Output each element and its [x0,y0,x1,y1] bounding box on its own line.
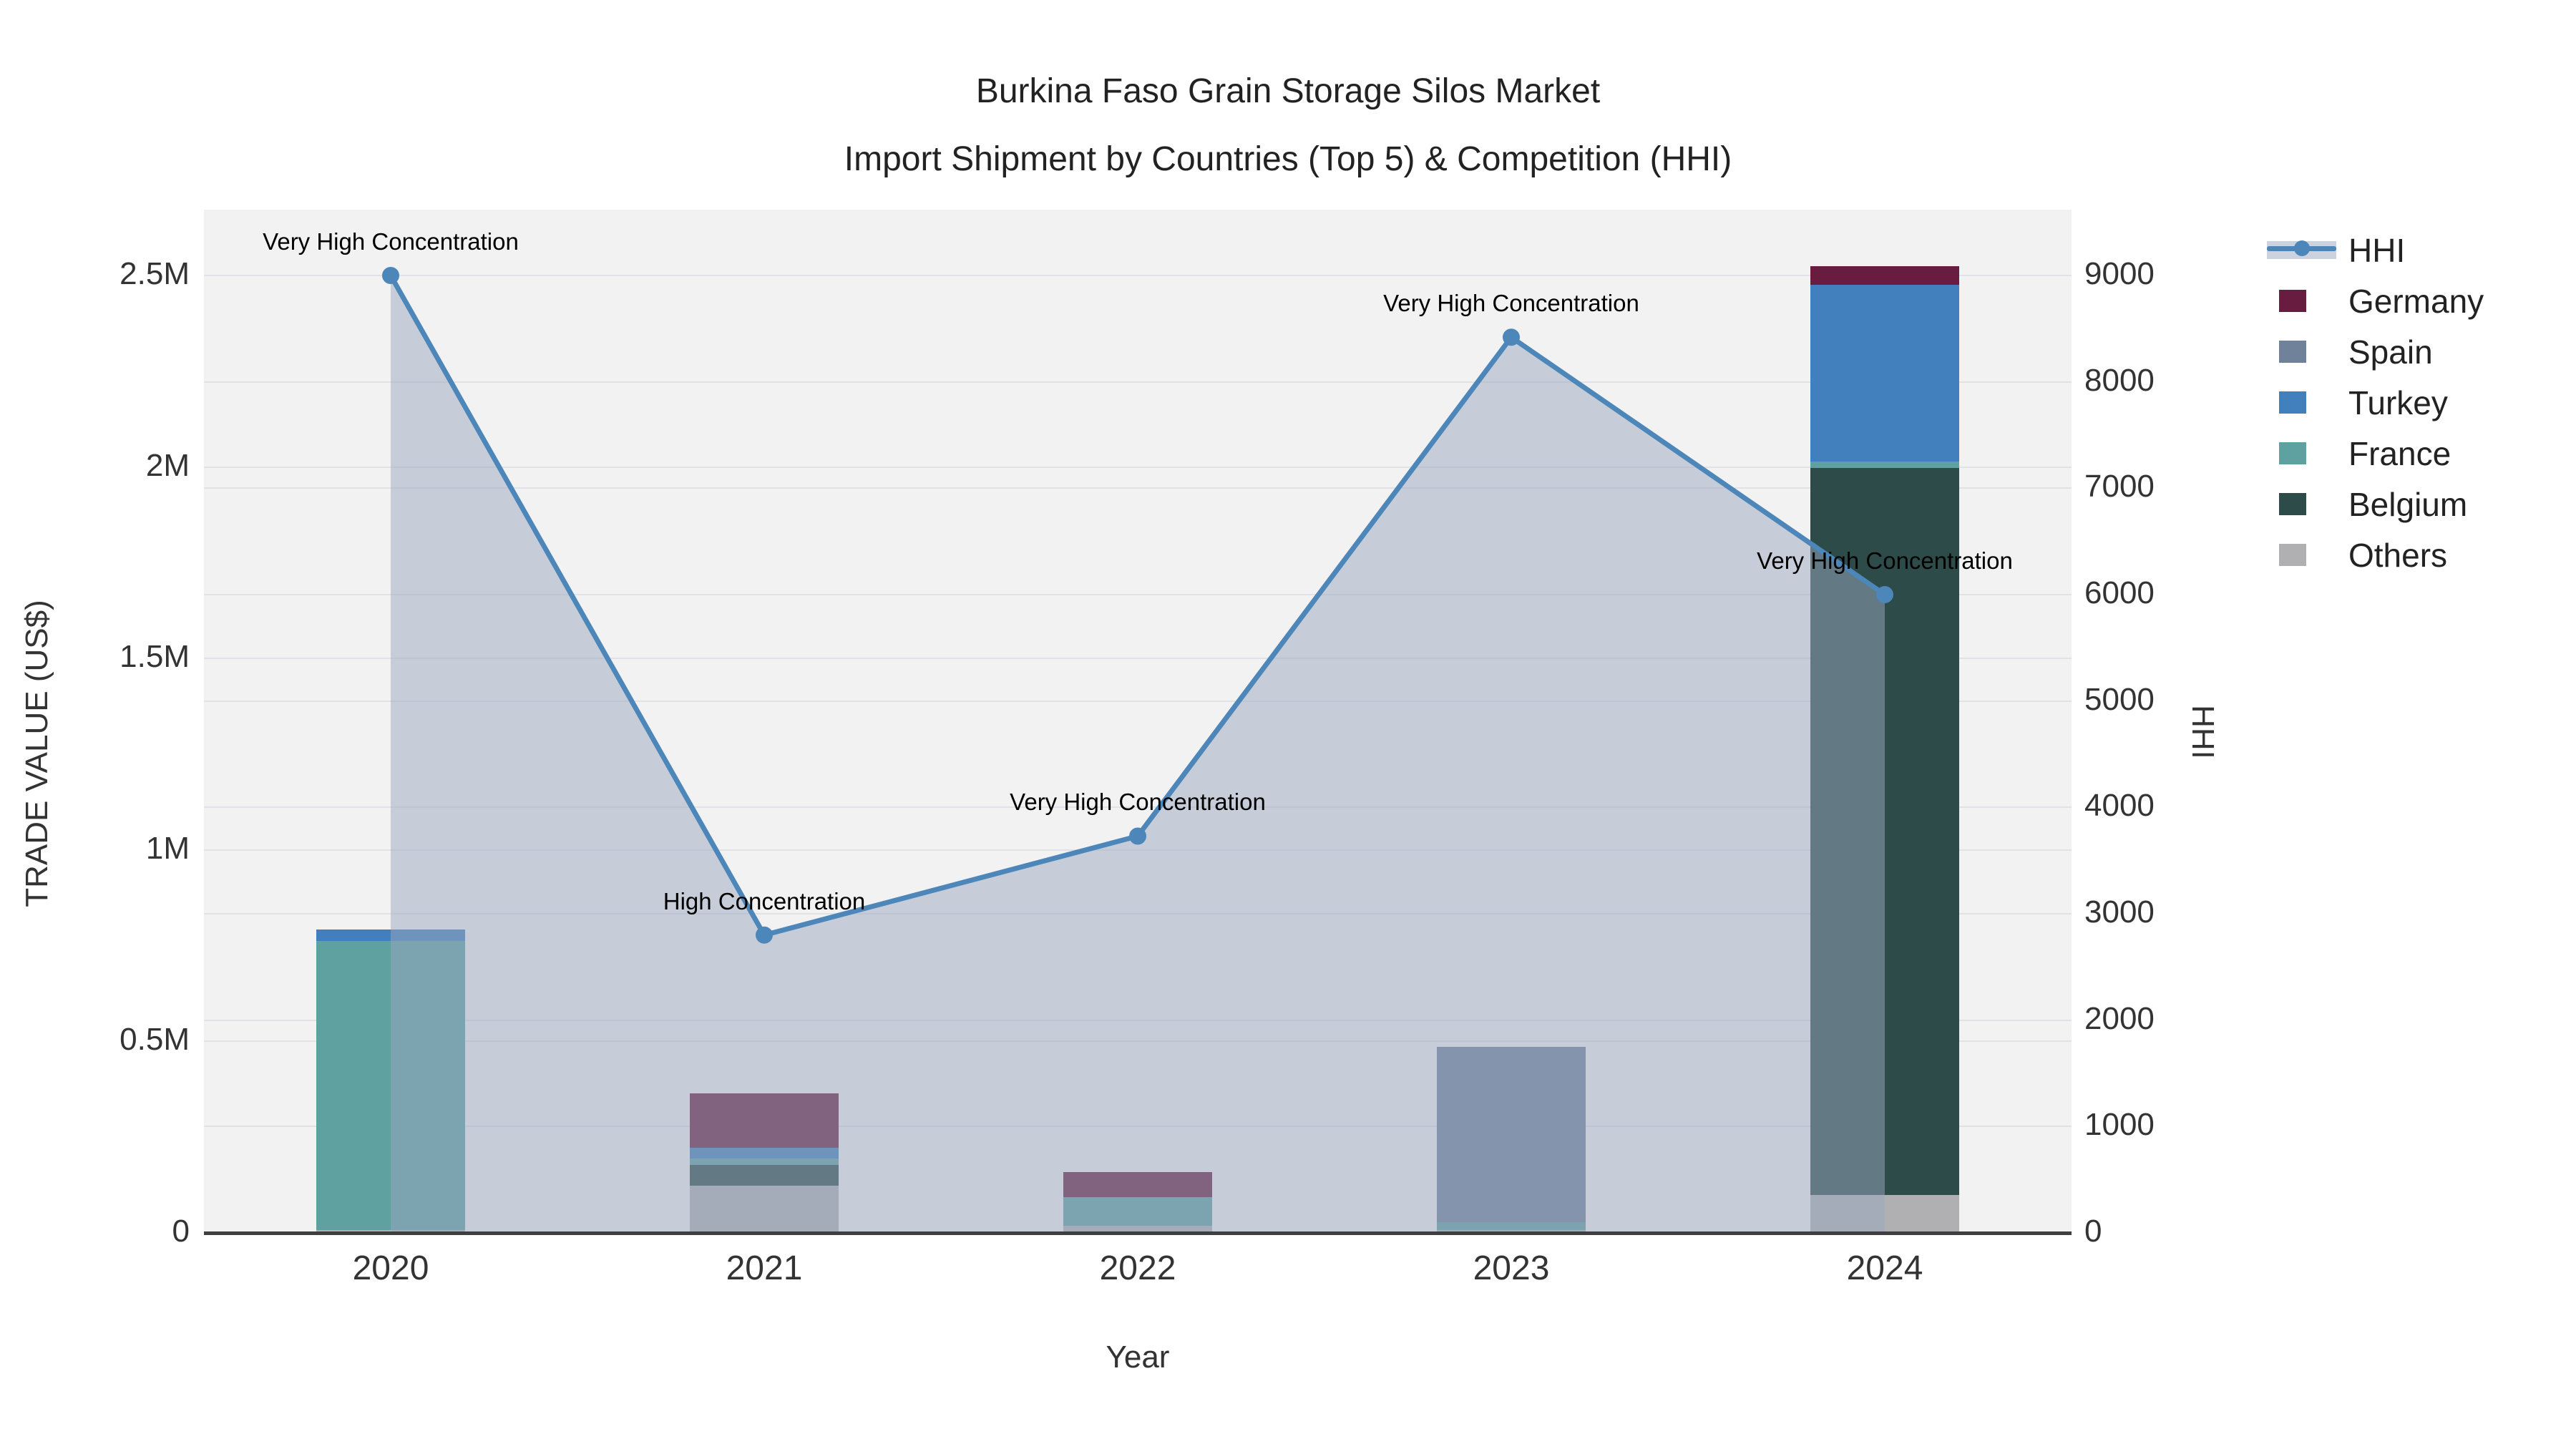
x-tick-2020: 2020 [352,1249,429,1287]
hhi-line-layer [382,267,1893,1233]
chart-title-line1: Burkina Faso Grain Storage Silos Market [975,72,1601,110]
legend-label-spain: Spain [2348,333,2433,371]
color-swatch-icon [2267,530,2347,580]
legend-item-turkey[interactable]: Turkey [2267,377,2484,428]
annotation-2023: Very High Concentration [1383,290,1639,317]
x-axis-line [204,1231,2072,1235]
color-swatch-icon [2267,275,2347,326]
annotation-2021: High Concentration [663,887,866,914]
hhi-marker-sample [2294,240,2310,256]
x-tick-2022: 2022 [1099,1249,1176,1287]
y-right-tick-3000: 3000 [2084,894,2155,930]
color-swatch-icon [2267,479,2347,530]
turkey-swatch [2279,391,2306,414]
y-left-tick-2M: 2M [145,447,190,483]
belgium-swatch [2279,493,2306,515]
legend-item-belgium[interactable]: Belgium [2267,479,2484,530]
hhi-marker-2021[interactable] [756,926,773,944]
x-tick-2021: 2021 [726,1249,803,1287]
x-axis-title: Year [1106,1340,1170,1375]
legend-item-spain[interactable]: Spain [2267,326,2484,377]
y-right-tick-5000: 5000 [2084,681,2155,717]
y-right-tick-8000: 8000 [2084,362,2155,398]
legend-item-hhi[interactable]: HHI [2267,225,2484,275]
y-left-tick-0: 0 [172,1214,190,1249]
color-swatch-icon [2267,377,2347,428]
x-tick-2024: 2024 [1846,1249,1923,1287]
color-swatch-icon [2267,428,2347,479]
hhi-area-fill [391,275,1885,1233]
legend-label-france: France [2348,434,2451,472]
y-right-tick-7000: 7000 [2084,469,2155,504]
y-right-tick-6000: 6000 [2084,575,2155,610]
x-tick-2023: 2023 [1473,1249,1550,1287]
hhi-line-icon [2267,225,2347,275]
legend-item-germany[interactable]: Germany [2267,275,2484,326]
y-left-tick-1.5M: 1.5M [119,639,190,675]
y-right-tick-0: 0 [2084,1214,2102,1249]
france-swatch [2279,442,2306,464]
chart-title: Burkina Faso Grain Storage Silos Market … [0,57,2576,193]
y-axis-title-right: HHI [2185,705,2220,759]
legend-label-turkey: Turkey [2348,384,2448,421]
y-right-tick-2000: 2000 [2084,1000,2155,1036]
y-right-tick-9000: 9000 [2084,256,2155,292]
y-right-tick-4000: 4000 [2084,788,2155,824]
hhi-marker-2023[interactable] [1503,328,1520,346]
others-swatch [2279,544,2306,566]
legend-item-others[interactable]: Others [2267,530,2484,580]
legend-label-others: Others [2348,536,2448,574]
hhi-marker-2022[interactable] [1129,827,1146,845]
y-axis-title-left: TRADE VALUE (US$) [19,600,54,907]
y-right-tick-1000: 1000 [2084,1107,2155,1143]
hhi-marker-2020[interactable] [382,267,399,285]
legend: HHI Germany Spain Turkey France Belgium Others [2267,225,2484,580]
legend-label-belgium: Belgium [2348,485,2468,523]
color-swatch-icon [2267,326,2347,377]
spain-swatch [2279,341,2306,363]
y-left-tick-1M: 1M [145,830,190,866]
legend-item-france[interactable]: France [2267,428,2484,479]
legend-label-germany: Germany [2348,282,2484,320]
y-left-tick-0.5M: 0.5M [119,1022,190,1058]
chart-title-line2: Import Shipment by Countries (Top 5) & C… [844,140,1732,178]
annotation-2024: Very High Concentration [1757,547,2013,574]
germany-swatch [2279,290,2306,312]
hhi-marker-2024[interactable] [1876,586,1893,604]
legend-label-hhi: HHI [2348,231,2406,269]
annotation-2022: Very High Concentration [1010,789,1266,816]
y-left-tick-2.5M: 2.5M [119,256,190,292]
annotation-2020: Very High Concentration [263,228,519,255]
figure: Burkina Faso Grain Storage Silos Market … [0,0,2576,1449]
